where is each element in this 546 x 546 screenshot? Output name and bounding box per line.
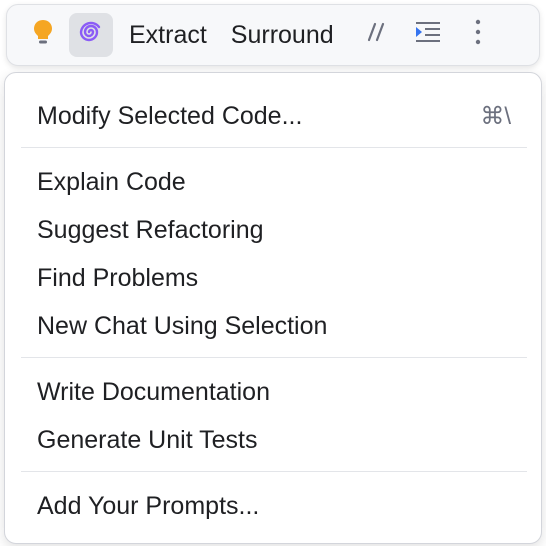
menu-item-write-documentation[interactable]: Write Documentation [5,370,541,414]
menu-item-generate-unit-tests[interactable]: Generate Unit Tests [5,418,541,462]
comment-slashes-icon [365,21,387,50]
menu-item-find-problems[interactable]: Find Problems [5,256,541,300]
ai-actions-menu: Modify Selected Code... ⌘\ Explain Code … [4,72,542,544]
ai-assistant-button[interactable] [69,13,113,57]
indent-lines-icon [414,21,442,50]
surround-label: Surround [230,20,334,49]
menu-item-explain-code[interactable]: Explain Code [5,160,541,204]
indent-button[interactable] [406,13,450,57]
surround-button[interactable]: Surround [219,13,346,57]
extract-label: Extract [129,20,207,49]
intention-actions-button[interactable] [21,13,65,57]
menu-item-label: Suggest Refactoring [37,215,264,244]
menu-item-label: Modify Selected Code... [37,101,303,130]
menu-item-shortcut: ⌘\ [480,102,511,130]
menu-separator [21,147,527,148]
menu-item-new-chat-using-selection[interactable]: New Chat Using Selection [5,304,541,348]
menu-separator [21,471,527,472]
more-vertical-icon [474,19,482,52]
menu-item-label: Add Your Prompts... [37,491,260,520]
menu-item-add-your-prompts[interactable]: Add Your Prompts... [5,484,541,528]
menu-item-modify-selected-code[interactable]: Modify Selected Code... ⌘\ [5,94,541,138]
menu-item-label: Generate Unit Tests [37,425,258,454]
menu-separator [21,357,527,358]
ai-assistant-spiral-icon [78,19,104,52]
floating-toolbar: Extract Surround [6,4,540,66]
extract-button[interactable]: Extract [117,13,219,57]
menu-item-label: Write Documentation [37,377,270,406]
more-button[interactable] [456,13,500,57]
menu-item-suggest-refactoring[interactable]: Suggest Refactoring [5,208,541,252]
comment-button[interactable] [354,13,398,57]
menu-item-label: New Chat Using Selection [37,311,328,340]
menu-item-label: Explain Code [37,167,186,196]
menu-item-label: Find Problems [37,263,199,292]
lightbulb-icon [32,18,54,53]
